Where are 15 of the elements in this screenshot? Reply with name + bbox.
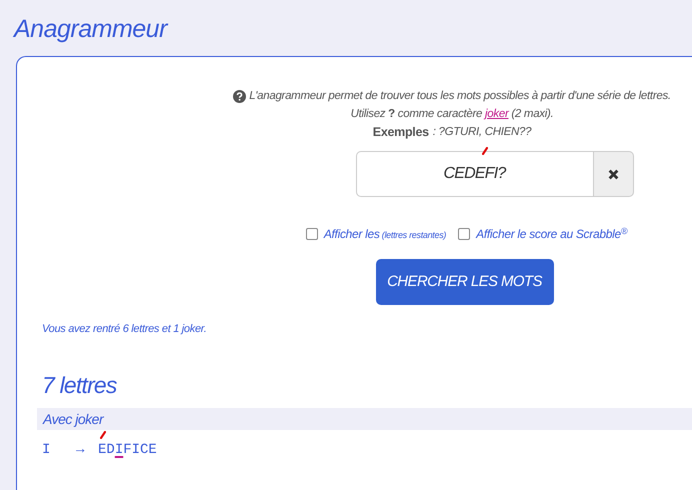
section-heading: 7 lettres — [42, 370, 118, 400]
examples-text: : ?GTURI, CHIEN?? — [432, 125, 532, 140]
joker-hint: Utilisez ? comme caractère joker (2 maxi). — [350, 107, 554, 122]
search-button[interactable]: CHERCHER LES MOTS — [376, 259, 554, 305]
examples-label: Exemples — [372, 124, 429, 141]
summary-text: Vous avez rentré 6 lettres et 1 joker. — [42, 322, 208, 337]
page-title: Anagrammeur — [12, 14, 170, 45]
arrow-glyph: → — [76, 440, 86, 460]
help-text: L'anagrammeur permet de trouver tous les mots possibles à partir d'une série de lettres. — [249, 89, 671, 104]
group-header: Avec joker — [37, 408, 692, 430]
joker-letter: I — [42, 440, 52, 460]
option-label: Afficher les (lettres restantes) — [324, 226, 446, 243]
result-word[interactable]: EDIFICE — [98, 440, 157, 460]
option-label: Afficher le score au Scrabble$^{®}$ — [476, 225, 628, 243]
joker-link[interactable]: joker — [485, 108, 508, 120]
